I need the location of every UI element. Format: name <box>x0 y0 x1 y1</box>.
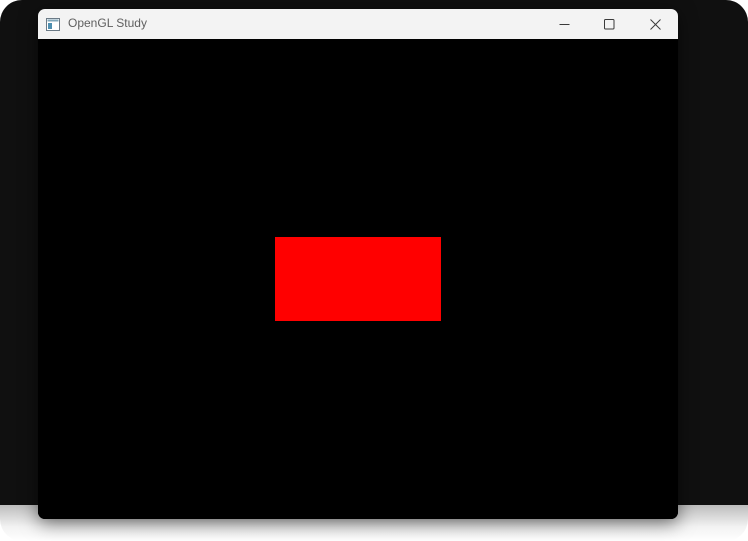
maximize-button[interactable] <box>586 9 632 39</box>
app-window: OpenGL Study <box>38 9 678 519</box>
close-button[interactable] <box>632 9 678 39</box>
app-window-icon <box>46 16 60 31</box>
minimize-button[interactable] <box>541 9 587 39</box>
maximize-icon <box>603 15 615 34</box>
opengl-canvas[interactable] <box>38 39 678 519</box>
red-rectangle <box>275 237 441 321</box>
close-icon <box>649 15 661 34</box>
window-title: OpenGL Study <box>68 16 147 30</box>
title-bar[interactable]: OpenGL Study <box>38 9 678 39</box>
minimize-icon <box>559 15 570 34</box>
